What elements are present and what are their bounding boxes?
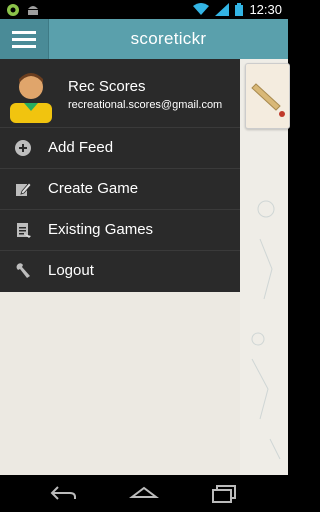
android-icon xyxy=(28,6,38,15)
hamburger-icon[interactable] xyxy=(0,19,48,59)
home-icon[interactable] xyxy=(129,483,159,503)
wrench-icon xyxy=(16,263,30,278)
avatar xyxy=(10,73,52,123)
menu-label: Create Game xyxy=(48,180,139,197)
main-content: Rec Scores recreational.scores@gmail.com… xyxy=(0,59,290,475)
game-thumbnail[interactable] xyxy=(245,63,290,129)
wifi-icon xyxy=(193,3,210,15)
menu-item-create-game[interactable]: Create Game xyxy=(0,168,240,209)
signal-icon xyxy=(215,3,230,16)
status-time: 12:30 xyxy=(249,2,282,17)
status-bar: 12:30 xyxy=(0,0,288,19)
cricket-bat-icon xyxy=(251,83,285,117)
menu-item-add-feed[interactable]: Add Feed xyxy=(0,127,240,168)
recents-icon[interactable] xyxy=(209,483,239,503)
profile-email: recreational.scores@gmail.com xyxy=(68,99,223,111)
app-title: scoretickr xyxy=(130,29,207,48)
system-nav-bar xyxy=(0,475,288,512)
menu-label: Logout xyxy=(48,262,94,279)
navigation-drawer: Rec Scores recreational.scores@gmail.com… xyxy=(0,59,240,292)
profile-header[interactable]: Rec Scores recreational.scores@gmail.com xyxy=(0,59,240,127)
menu-label: Existing Games xyxy=(48,221,154,238)
menu-item-existing-games[interactable]: Existing Games xyxy=(0,209,240,250)
clipboard-icon xyxy=(17,223,31,238)
app-bar: scoretickr xyxy=(0,19,288,59)
menu-item-logout[interactable]: Logout xyxy=(0,250,240,291)
profile-name: Rec Scores xyxy=(68,78,146,95)
back-icon[interactable] xyxy=(48,483,78,503)
battery-icon xyxy=(235,3,244,16)
menu-label: Add Feed xyxy=(48,139,114,156)
notification-icon xyxy=(7,4,19,16)
plus-circle-icon xyxy=(15,140,31,156)
edit-icon xyxy=(16,182,32,196)
